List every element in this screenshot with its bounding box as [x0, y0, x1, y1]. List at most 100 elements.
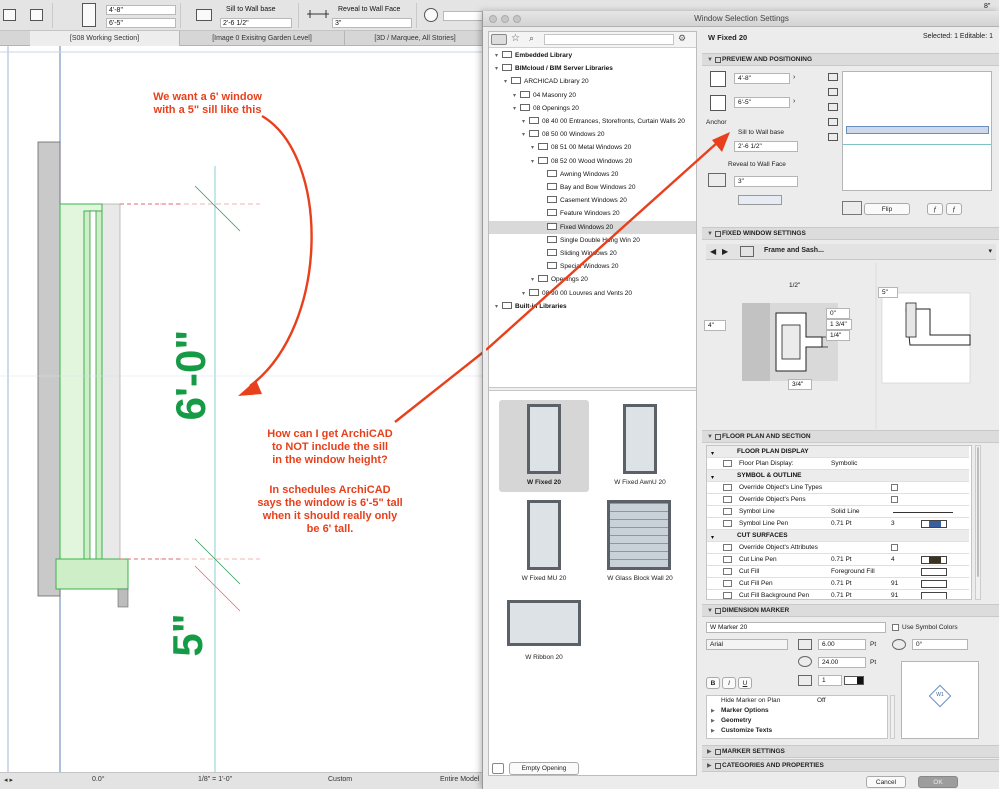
undo-icon[interactable]: ◂ ▸ [4, 776, 13, 784]
infobox-reveal-field[interactable]: 3" [332, 18, 412, 28]
font-select[interactable]: Arial [706, 639, 788, 650]
dim-1-3-4[interactable]: 1 3/4" [826, 319, 852, 330]
flip-button[interactable]: Flip [864, 203, 910, 215]
library-tree-item[interactable]: ▾ 08 Openings 20 [513, 102, 579, 115]
library-tree-item[interactable]: Casement Windows 20 [540, 194, 627, 207]
sill-field[interactable]: 2'-6 1/2" [734, 141, 798, 152]
library-tree-item[interactable]: ▾ Openings 20 [531, 273, 588, 286]
library-tree-item[interactable]: ▾ 08 90 00 Louvres and Vents 20 [522, 287, 632, 300]
underline-button[interactable]: U [738, 677, 752, 689]
bold-button[interactable]: B [706, 677, 720, 689]
disclosure-triangle-icon[interactable]: ▾ [522, 116, 529, 129]
anchor-buttons[interactable] [738, 195, 782, 205]
property-row[interactable]: Override Object's Attributes [707, 542, 969, 554]
disclosure-triangle-icon[interactable]: ▾ [531, 142, 538, 155]
tab-garden-level[interactable]: [Image 0 Exisitng Garden Level] [180, 31, 345, 46]
infobox-width-field[interactable]: 6'-5" [106, 18, 176, 28]
tab-working-section[interactable]: [S08 Working Section] [30, 31, 180, 46]
dim-top[interactable]: 1/2" [786, 281, 808, 292]
gear-icon[interactable]: ⚙ [678, 33, 686, 44]
library-object-thumbnail[interactable]: W Ribbon 20 [499, 594, 589, 686]
library-manager-icon[interactable] [492, 763, 504, 774]
property-row[interactable]: Override Object's Pens [707, 494, 969, 506]
property-checkbox[interactable] [891, 544, 898, 551]
font-size-field[interactable]: 6.00 [818, 639, 866, 650]
empty-opening-button[interactable]: Empty Opening [509, 762, 579, 775]
disclosure-triangle-icon[interactable]: ▾ [531, 156, 538, 169]
library-tree-item[interactable]: ▾ Built-in Libraries [495, 300, 567, 313]
property-row[interactable]: Cut Fill Pen 0.71 Pt 91 [707, 578, 969, 590]
sill-anchor-icon[interactable] [196, 9, 212, 21]
preview-view-icons[interactable] [826, 71, 840, 163]
window-tool-icon[interactable] [3, 9, 16, 21]
property-row[interactable]: Cut Fill Background Pen 0.71 Pt 91 [707, 590, 969, 599]
property-row[interactable]: Override Object's Line Types [707, 482, 969, 494]
zoom-window-icon[interactable] [513, 15, 521, 23]
geometry-method-icon[interactable] [30, 9, 43, 21]
mirror-left-button[interactable]: ƒ [927, 203, 943, 215]
italic-button[interactable]: I [722, 677, 736, 689]
ok-button[interactable]: OK [918, 776, 958, 788]
disclosure-triangle-icon[interactable]: ▶ [711, 716, 715, 726]
pen-swatch[interactable] [921, 580, 947, 588]
library-tree-item[interactable]: Special Windows 20 [540, 260, 619, 273]
orientation-icon[interactable] [424, 8, 438, 22]
angle-readout[interactable]: 0.0° [92, 776, 105, 783]
dimension-marker-header[interactable]: ▼ DIMENSION MARKER [702, 604, 999, 617]
pen-swatch[interactable] [921, 592, 947, 599]
chevron-right-icon[interactable]: › [793, 98, 795, 105]
dim-5[interactable]: 5" [878, 287, 898, 298]
pane-splitter[interactable] [489, 387, 696, 391]
library-tree-item[interactable]: ▾ Embedded Library [495, 49, 572, 62]
property-checkbox[interactable] [891, 484, 898, 491]
preview-positioning-header[interactable]: ▼ PREVIEW AND POSITIONING [702, 53, 999, 66]
library-tree-item[interactable]: Bay and Bow Windows 20 [540, 181, 636, 194]
chevron-right-icon[interactable]: › [793, 74, 795, 81]
disclosure-triangle-icon[interactable]: ▾ [522, 288, 529, 301]
disclosure-triangle-icon[interactable]: ▾ [504, 76, 511, 89]
search-icon[interactable]: ⌕ [529, 33, 534, 44]
dim-4[interactable]: 4" [704, 320, 726, 331]
disclosure-triangle-icon[interactable]: ▶ [711, 726, 715, 736]
next-page-icon[interactable]: ▶ [722, 247, 728, 256]
library-view-icon[interactable] [491, 34, 507, 45]
tab-3d-marquee[interactable]: [3D / Marquee, All Stories] [345, 31, 486, 46]
floor-plan-section-header[interactable]: ▼ FLOOR PLAN AND SECTION [702, 430, 999, 443]
marker-angle-field[interactable]: 0° [912, 639, 968, 650]
width-field[interactable]: 6'-5" [734, 97, 790, 108]
library-tree-item[interactable]: ▾ 08 50 00 Windows 20 [522, 128, 605, 141]
marker-list-scrollbar[interactable] [890, 695, 895, 739]
height-field[interactable]: 4'-8" [734, 73, 790, 84]
dialog-title-bar[interactable]: Window Selection Settings [483, 11, 999, 27]
section-drawing-canvas[interactable]: We want a 6' window with a 5" sill like … [0, 46, 486, 772]
library-tree-item[interactable]: Awning Windows 20 [540, 168, 618, 181]
chevron-down-icon[interactable]: ▾ [988, 247, 992, 255]
mirror-right-button[interactable]: ƒ [946, 203, 962, 215]
property-group[interactable]: ▾ SYMBOL & OUTLINE [707, 470, 969, 482]
marker-type-select[interactable]: W Marker 20 [706, 622, 886, 633]
pen-field[interactable]: 1 [818, 675, 842, 686]
disclosure-triangle-icon[interactable]: ▾ [531, 274, 538, 287]
property-row[interactable]: Symbol Line Solid Line [707, 506, 969, 518]
marker-property-row[interactable]: ▶ Customize Texts [707, 726, 887, 736]
library-object-thumbnail[interactable]: W Fixed 20 [499, 400, 589, 492]
property-row[interactable]: Symbol Line Pen 0.71 Pt 3 [707, 518, 969, 530]
disclosure-triangle-icon[interactable]: ▾ [495, 50, 502, 63]
property-group[interactable]: ▾ FLOOR PLAN DISPLAY [707, 446, 969, 458]
categories-properties-header[interactable]: ▶ CATEGORIES AND PROPERTIES [702, 759, 999, 772]
disclosure-triangle-icon[interactable]: ▾ [522, 129, 529, 142]
disclosure-triangle-icon[interactable]: ▶ [711, 706, 715, 716]
disclosure-triangle-icon[interactable]: ▾ [495, 63, 502, 76]
library-tree-item[interactable]: ▾ 08 40 00 Entrances, Storefronts, Curtai… [522, 115, 685, 128]
library-object-thumbnail[interactable]: W Fixed MU 20 [499, 496, 589, 588]
cancel-button[interactable]: Cancel [866, 776, 906, 788]
fixed-window-settings-header[interactable]: ▼ FIXED WINDOW SETTINGS [702, 227, 999, 240]
disclosure-triangle-icon[interactable]: ▾ [513, 103, 520, 116]
marker-size-field[interactable]: 24.00 [818, 657, 866, 668]
library-search-input[interactable] [544, 34, 674, 45]
dim-0[interactable]: 0" [826, 308, 850, 319]
property-checkbox[interactable] [891, 496, 898, 503]
property-list-scrollbar[interactable] [975, 445, 981, 600]
pen-swatch[interactable] [921, 556, 947, 564]
infobox-height-field[interactable]: 4'-8" [106, 5, 176, 15]
